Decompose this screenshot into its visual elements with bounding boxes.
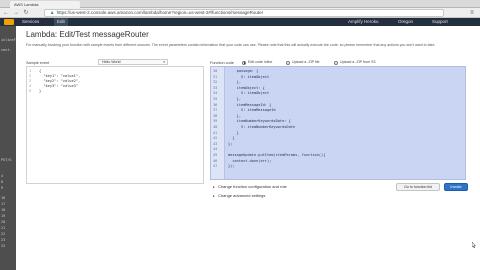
strip-line: 25: [1, 244, 6, 248]
config-role-toggle[interactable]: ▸ Change function configuration and role: [213, 184, 287, 189]
browser-menu-icon[interactable]: ≡: [468, 9, 476, 17]
strip-line: 22: [1, 232, 6, 236]
background-window-strip: inlineF cont- PUT/S 4 8 9 16 17 18 19 20…: [0, 26, 16, 270]
code-editor[interactable]: 30 passage: { 31 S: itemObject 32 }, 33 ite…: [210, 66, 466, 180]
event-line: 1{: [29, 69, 42, 73]
forward-icon[interactable]: →: [12, 9, 20, 17]
radio-edit-inline[interactable]: [242, 60, 246, 65]
code-line: S: itemObject: [228, 91, 270, 96]
code-line: S: itemObject: [228, 74, 270, 79]
browser-tab[interactable]: AWS Lambda: [10, 1, 80, 8]
code-line: },: [228, 97, 241, 101]
strip-line: 18: [1, 208, 6, 212]
back-icon[interactable]: ←: [2, 9, 10, 17]
event-line: 2 "key1": "value1",: [29, 74, 81, 78]
code-line: context.done(err);: [228, 158, 272, 163]
invoke-button[interactable]: Invoke: [444, 183, 468, 191]
code-line-number: 36: [213, 102, 218, 107]
code-line: });: [228, 164, 235, 169]
mouse-cursor-icon: [472, 242, 476, 248]
code-line-number: 44: [213, 147, 218, 152]
sample-event-template-select[interactable]: Hello World ▾: [98, 59, 168, 65]
lock-icon: 🔒︎: [51, 10, 54, 15]
sample-event-header: Sample event: [26, 61, 50, 65]
url-input[interactable]: 🔒︎ https://us-west-2.console.aws.amazon.…: [44, 9, 444, 17]
browser-tab-title: AWS Lambda: [14, 2, 39, 7]
radio-label: Edit code inline: [248, 60, 273, 64]
code-line-number: 38: [213, 113, 218, 118]
code-line: itemNumberKeywordsDate: {: [228, 119, 291, 124]
account-menu[interactable]: Amplify Heroku: [348, 18, 379, 26]
code-line-number: 34: [213, 91, 218, 96]
code-line-number: 47: [213, 164, 218, 169]
code-line-number: 32: [213, 80, 218, 85]
page-title: Lambda: Edit/Test messageRouter: [26, 30, 149, 39]
code-line-number: 33: [213, 85, 218, 90]
strip-line: 21: [1, 226, 6, 230]
chevron-down-icon: ▾: [163, 60, 165, 64]
code-line-number: 35: [213, 97, 218, 101]
code-line: }: [228, 130, 239, 135]
strip-line: 9: [1, 186, 4, 190]
code-line: itemObject: {: [228, 85, 265, 90]
services-menu[interactable]: Services: [22, 18, 39, 26]
lambda-edit-page: Lambda: Edit/Test messageRouter For manu…: [16, 26, 480, 270]
url-text: https://us-west-2.console.aws.amazon.com…: [56, 10, 264, 15]
event-line: 4 "key3": "value3": [29, 84, 78, 88]
code-line: },: [228, 113, 241, 118]
code-line: passage: {: [228, 69, 259, 73]
event-line: 5}: [29, 89, 42, 93]
aws-console-nav: Services Edit Amplify Heroku Oregon Supp…: [0, 18, 480, 26]
code-line: itemMessageId: {: [228, 102, 272, 107]
code-line: },: [228, 80, 241, 85]
advanced-settings-toggle[interactable]: ▸ Change advanced settings: [213, 193, 265, 198]
region-menu[interactable]: Oregon: [398, 18, 413, 26]
strip-line: 17: [1, 202, 6, 206]
browser-tab-strip: AWS Lambda: [0, 0, 480, 8]
strip-line: 4: [1, 174, 4, 178]
strip-line: 16: [1, 196, 6, 200]
code-line: S: itemMessageId: [228, 108, 276, 113]
strip-line: 23: [1, 238, 6, 242]
code-line-number: 41: [213, 130, 218, 135]
strip-line: cont-: [1, 48, 12, 52]
code-line-number: 31: [213, 74, 218, 79]
strip-line: 8: [1, 180, 4, 184]
reload-icon[interactable]: ↻: [22, 9, 30, 17]
sample-event-editor[interactable]: 1{ 2 "key1": "value1", 3 "key2": "value2…: [26, 66, 204, 184]
support-menu[interactable]: Support: [432, 18, 448, 26]
event-line: 3 "key2": "value2",: [29, 79, 81, 83]
code-line-number: 43: [213, 141, 218, 146]
function-list-button[interactable]: Go to function list: [396, 183, 440, 191]
strip-line: inlineF: [1, 38, 16, 42]
address-bar: ← → ↻ 🔒︎ https://us-west-2.console.aws.a…: [0, 8, 480, 18]
code-line: }: [228, 136, 235, 141]
radio-label: Upload a .ZIP file: [292, 60, 320, 64]
radio-upload-zip[interactable]: [286, 60, 290, 65]
radio-label: Upload a .ZIP from S3: [340, 60, 376, 64]
code-line: S: itemNumberKeywordsDate: [228, 125, 296, 129]
code-line-number: 40: [213, 125, 218, 129]
template-select-value: Hello World: [102, 60, 121, 64]
code-line-number: 37: [213, 108, 218, 113]
radio-upload-s3[interactable]: [334, 60, 338, 65]
code-line-number: 30: [213, 69, 218, 73]
strip-line: PUT/S: [1, 158, 12, 162]
code-line-number: 39: [213, 119, 218, 124]
code-line: messageUpdate.putItem(itemParams, functi…: [228, 153, 326, 157]
code-line-number: 42: [213, 136, 218, 141]
function-code-header: Function code: [210, 61, 234, 65]
page-description: For manually invoking your function with…: [26, 43, 436, 47]
code-line: };: [228, 141, 233, 146]
edit-menu[interactable]: Edit: [54, 18, 68, 26]
code-line-number: 46: [213, 158, 218, 163]
code-line-number: 45: [213, 153, 218, 157]
aws-logo-icon[interactable]: [4, 19, 14, 25]
strip-line: 20: [1, 220, 6, 224]
strip-line: 19: [1, 214, 6, 218]
